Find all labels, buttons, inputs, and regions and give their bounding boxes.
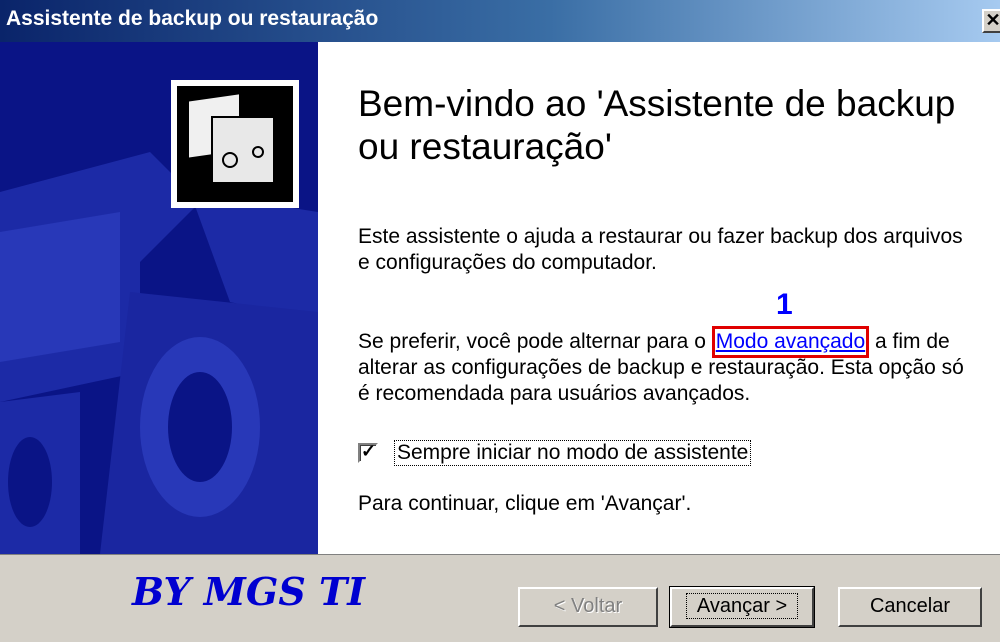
annotation-number: 1 [776, 288, 793, 321]
continue-instruction: Para continuar, clique em 'Avançar'. [358, 492, 692, 515]
wizard-heading: Bem-vindo ao 'Assistente de backup ou re… [358, 83, 956, 167]
paragraph-text-before: Se preferir, você pode alternar para o [358, 330, 712, 353]
close-icon: ✕ [985, 10, 1000, 30]
title-bar: Assistente de backup ou restauração ✕ [0, 0, 1000, 42]
back-button[interactable]: < Voltar [518, 587, 658, 627]
advanced-mode-link[interactable]: Modo avançado [716, 330, 865, 353]
next-button-label: Avançar > [685, 593, 799, 619]
advanced-mode-paragraph: Se preferir, você pode alternar para o M… [358, 326, 978, 407]
annotation-highlight-box: Modo avançado [711, 326, 870, 358]
wizard-side-panel [0, 42, 318, 554]
button-bar: BY MGS TI < Voltar Avançar > Cancelar [0, 554, 1000, 642]
intro-paragraph: Este assistente o ajuda a restaurar ou f… [358, 225, 963, 274]
watermark-text: BY MGS TI [132, 569, 366, 614]
wizard-content: Bem-vindo ao 'Assistente de backup ou re… [318, 42, 1000, 554]
close-button[interactable]: ✕ [982, 9, 1000, 33]
backup-banner-graphic [0, 42, 318, 554]
wizard-mode-checkbox[interactable]: ✓ [358, 441, 378, 463]
window-title: Assistente de backup ou restauração [6, 7, 379, 30]
checkmark-icon: ✓ [361, 441, 377, 461]
cancel-button[interactable]: Cancelar [838, 587, 982, 627]
next-button[interactable]: Avançar > [669, 586, 815, 628]
wizard-mode-checkbox-label[interactable]: Sempre iniciar no modo de assistente [394, 440, 752, 466]
